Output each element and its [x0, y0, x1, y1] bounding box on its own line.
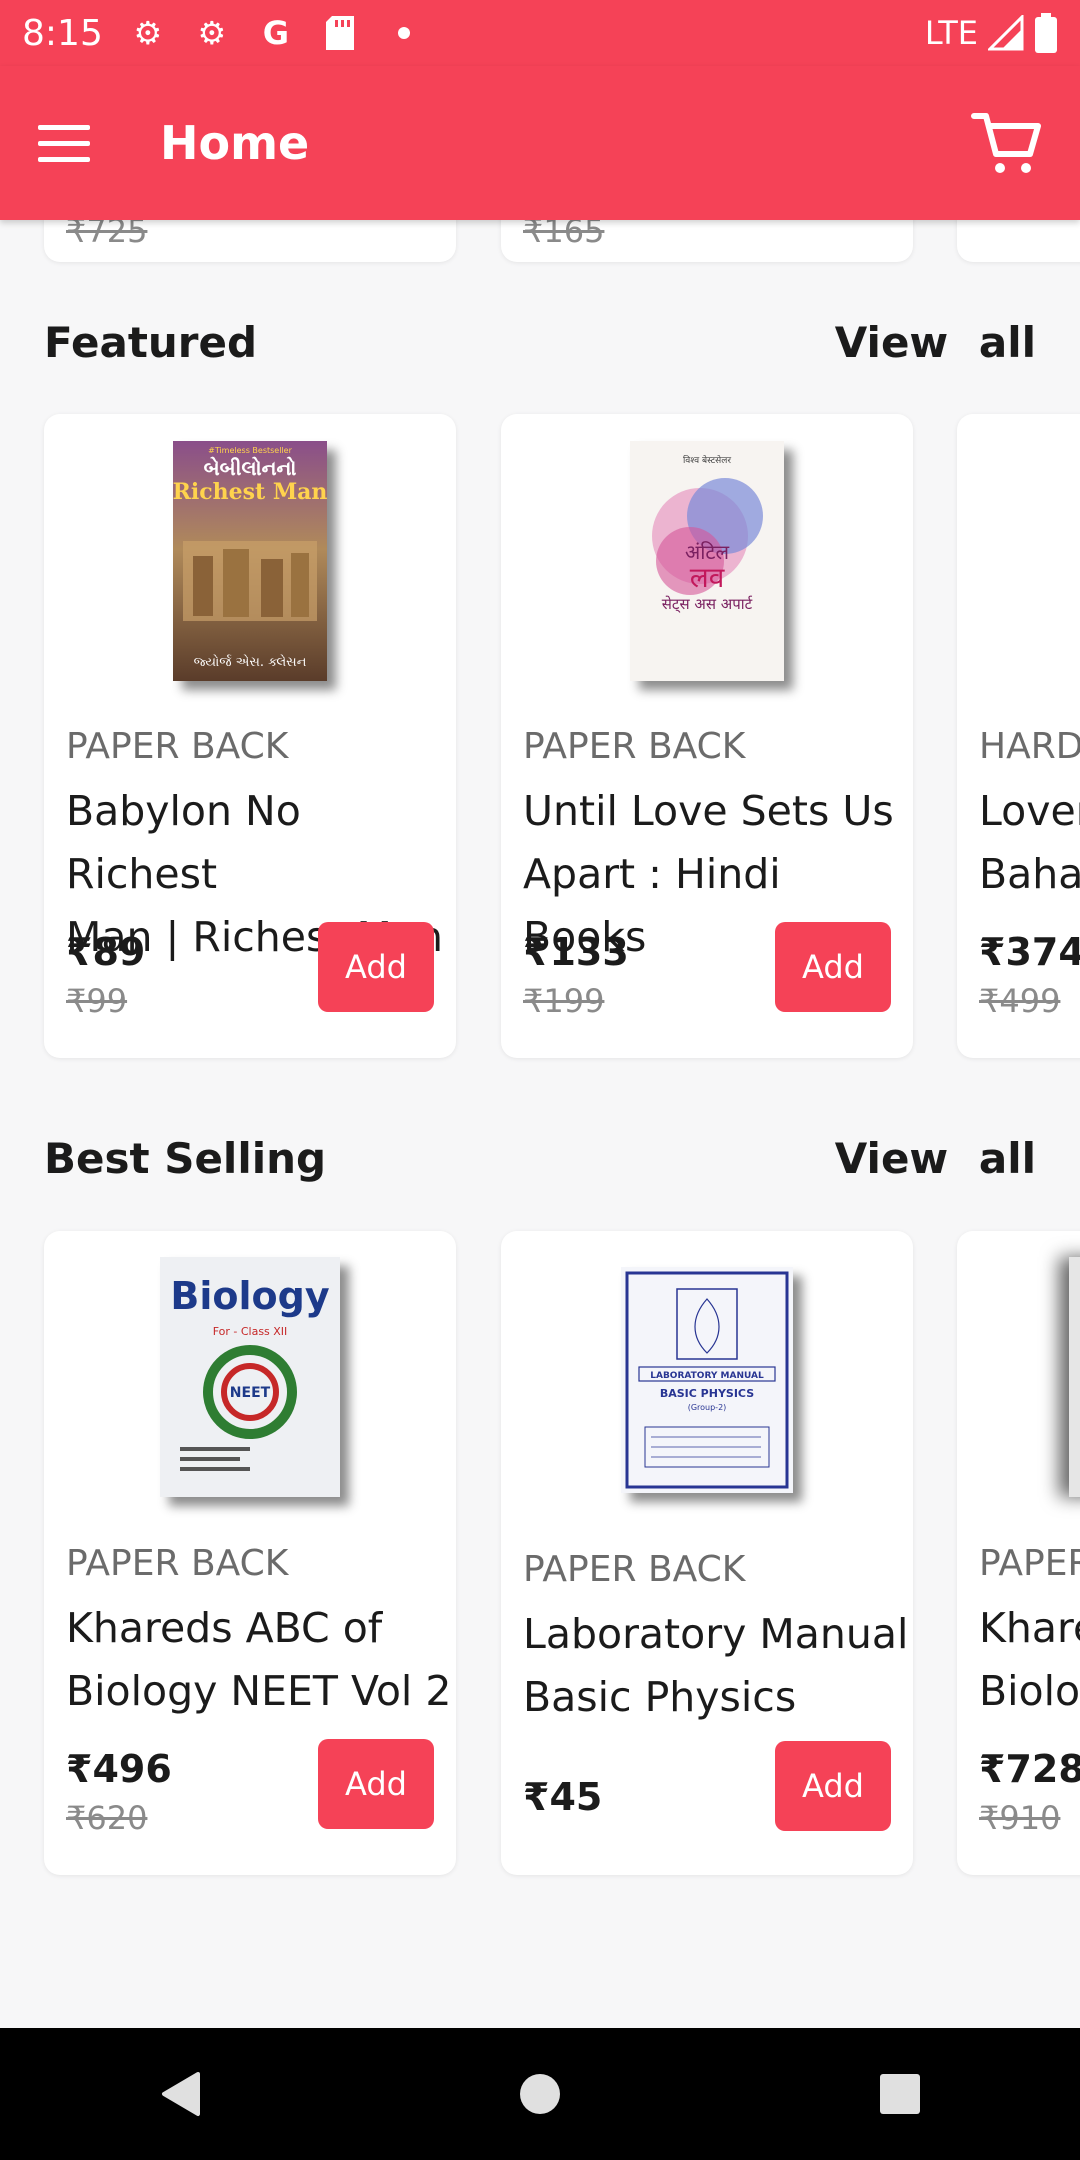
home-content[interactable]: ₹725 ₹165 Featured View all #Timeless Be…	[0, 220, 1080, 2028]
binding-type: HARD	[979, 726, 1080, 767]
hamburger-menu-icon[interactable]	[38, 104, 116, 182]
product-title[interactable]: Laboratory Manual Basic Physics	[523, 1603, 913, 1729]
product-mrp: ₹199	[523, 982, 605, 1020]
product-price: ₹374	[979, 930, 1080, 974]
product-mrp: ₹499	[979, 982, 1061, 1020]
svg-text:જ્યોર્જ એસ. ક્લેસન: જ્યોર્જ એસ. ક્લેસન	[194, 654, 307, 670]
system-nav-bar	[0, 2028, 1080, 2160]
featured-section-header: Featured View all	[44, 312, 1036, 372]
svg-text:NEET: NEET	[230, 1385, 271, 1401]
product-title[interactable]: Khare Biolog	[979, 1597, 1080, 1723]
product-card[interactable]: PAPER Khare Biolog ₹728 ₹910	[957, 1231, 1080, 1875]
product-title[interactable]: Khareds ABC of Biology NEET Vol 2	[66, 1597, 456, 1723]
binding-type: PAPER	[979, 1543, 1080, 1584]
book-cover-image: Biology For - Class XII NEET	[160, 1257, 340, 1497]
cart-icon[interactable]	[970, 106, 1044, 180]
add-button[interactable]: Add	[775, 922, 891, 1012]
binding-type: PAPER BACK	[523, 1549, 746, 1590]
svg-text:For - Class XII: For - Class XII	[213, 1325, 288, 1338]
gear-icon: ⚙	[197, 14, 227, 52]
view-all-link[interactable]: View all	[835, 1134, 1036, 1183]
book-cover-image	[1069, 1257, 1080, 1497]
gear-icon: ⚙	[133, 14, 163, 52]
battery-icon	[1035, 13, 1057, 53]
book-cover-image: #Timeless Bestseller બેબીલોનનો Richest M…	[173, 441, 327, 681]
binding-type: PAPER BACK	[523, 726, 746, 767]
product-mrp: ₹165	[523, 220, 605, 250]
product-card[interactable]: Biology For - Class XII NEET PAPER BACK …	[44, 1231, 456, 1875]
svg-text:सेट्स अस अपार्ट: सेट्स अस अपार्ट	[662, 595, 753, 613]
sd-card-icon	[321, 14, 359, 52]
product-mrp: ₹725	[66, 220, 148, 250]
back-icon[interactable]	[135, 2049, 225, 2139]
binding-type: PAPER BACK	[66, 726, 289, 767]
best-selling-section-header: Best Selling View all	[44, 1128, 1036, 1188]
product-card[interactable]: HARD Lover Bahav ₹374 ₹499	[957, 414, 1080, 1058]
svg-text:Richest Man: Richest Man	[173, 479, 327, 505]
svg-text:LABORATORY MANUAL: LABORATORY MANUAL	[650, 1371, 764, 1381]
product-price: ₹496	[66, 1747, 172, 1791]
add-button[interactable]: Add	[318, 922, 434, 1012]
dot-icon	[385, 14, 423, 52]
product-title[interactable]: Lover Bahav	[979, 780, 1080, 906]
product-price: ₹133	[523, 930, 629, 974]
product-card[interactable]: विश्व बेस्टसेलर अंटिल लव सेट्स अस अपार्ट…	[501, 414, 913, 1058]
book-cover-image: विश्व बेस्टसेलर अंटिल लव सेट्स अस अपार्ट	[630, 441, 784, 681]
svg-text:(Group-2): (Group-2)	[688, 1403, 727, 1412]
view-all-link[interactable]: View all	[835, 318, 1036, 367]
product-card[interactable]: #Timeless Bestseller બેબીલોનનો Richest M…	[44, 414, 456, 1058]
signal-icon	[988, 15, 1024, 51]
recents-icon[interactable]	[855, 2049, 945, 2139]
page-title: Home	[160, 116, 310, 170]
binding-type: PAPER BACK	[66, 1543, 289, 1584]
home-icon[interactable]	[495, 2049, 585, 2139]
network-label: LTE	[924, 14, 978, 52]
svg-text:BASIC PHYSICS: BASIC PHYSICS	[660, 1387, 754, 1400]
product-card[interactable]: ₹165	[501, 220, 913, 262]
section-title: Featured	[44, 317, 258, 367]
product-card[interactable]: ₹725	[44, 220, 456, 262]
product-card[interactable]	[957, 220, 1080, 262]
google-icon: G	[262, 14, 289, 52]
svg-text:विश्व बेस्टसेलर: विश्व बेस्टसेलर	[683, 454, 731, 466]
status-bar: 8:15 ⚙ ⚙ G LTE	[0, 0, 1080, 66]
product-mrp: ₹99	[66, 982, 128, 1020]
svg-text:Biology: Biology	[170, 1274, 329, 1318]
book-cover-image: LABORATORY MANUAL BASIC PHYSICS (Group-2…	[621, 1267, 793, 1493]
product-price: ₹728	[979, 1747, 1080, 1791]
app-bar: Home	[0, 66, 1080, 220]
section-title: Best Selling	[44, 1133, 327, 1183]
product-price: ₹89	[66, 930, 146, 974]
product-mrp: ₹910	[979, 1799, 1061, 1837]
product-card[interactable]: LABORATORY MANUAL BASIC PHYSICS (Group-2…	[501, 1231, 913, 1875]
svg-text:लव: लव	[690, 561, 725, 594]
svg-text:#Timeless Bestseller: #Timeless Bestseller	[208, 446, 292, 455]
add-button[interactable]: Add	[318, 1739, 434, 1829]
product-mrp: ₹620	[66, 1799, 148, 1837]
add-button[interactable]: Add	[775, 1741, 891, 1831]
status-time: 8:15	[22, 12, 103, 54]
svg-text:બેબીલોનનો: બેબીલોનનો	[204, 456, 297, 480]
product-price: ₹45	[523, 1775, 603, 1819]
